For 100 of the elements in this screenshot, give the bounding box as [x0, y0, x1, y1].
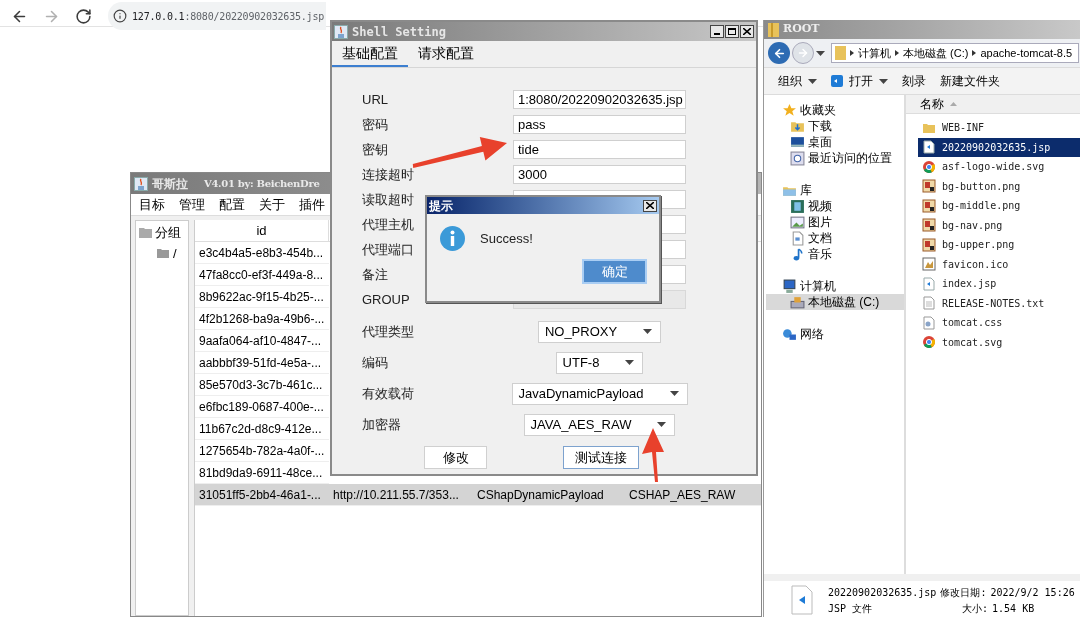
image-file-icon	[922, 237, 936, 252]
field-label: 有效载荷	[362, 384, 414, 403]
minimize-button[interactable]	[710, 25, 724, 38]
document-icon	[790, 230, 805, 246]
file-item[interactable]: tomcat.css	[918, 313, 1080, 333]
back-arrow-icon	[772, 46, 786, 60]
file-item[interactable]: 20220902032635.jsp	[918, 137, 1080, 157]
video-icon	[790, 198, 805, 214]
file-item[interactable]: favicon.ico	[918, 254, 1080, 274]
computer-icon	[782, 278, 797, 294]
reload-button[interactable]	[74, 7, 92, 25]
button[interactable]: 测试连接	[563, 446, 639, 469]
field-label: 备注	[362, 265, 388, 284]
column-header[interactable]: 名称	[906, 95, 1080, 114]
menu-item[interactable]: 关于	[259, 194, 285, 215]
caret-icon	[643, 329, 653, 334]
breadcrumb-item[interactable]: 计算机	[858, 44, 891, 62]
nav-item[interactable]: 文档	[766, 230, 904, 246]
caret-icon	[625, 360, 635, 365]
menu-item[interactable]: 配置	[219, 194, 245, 215]
menu-item[interactable]: 管理	[179, 194, 205, 215]
nav-item[interactable]: 计算机	[766, 278, 904, 294]
dropdown[interactable]: UTF-8	[555, 351, 644, 374]
image-file-icon	[922, 218, 936, 233]
dropdown[interactable]: JavaDynamicPayload	[511, 382, 688, 405]
close-button[interactable]	[740, 25, 754, 38]
text-field[interactable]: 1:8080/20220902032635.jsp	[513, 90, 686, 109]
folder-icon	[768, 22, 779, 37]
table-cell-text: 31051ff5-2bb4-46a1-...	[198, 486, 322, 504]
java-icon	[134, 176, 148, 191]
ok-button[interactable]: 确定	[582, 259, 647, 284]
file-item[interactable]: WEB-INF	[918, 118, 1080, 138]
nav-item[interactable]: 下载	[766, 118, 904, 134]
caret-icon	[669, 391, 679, 396]
toolbar-button[interactable]: 新建文件夹	[940, 72, 1000, 90]
breadcrumb-item[interactable]: apache-tomcat-8.5	[980, 44, 1073, 62]
info-icon	[113, 9, 127, 23]
dropdown[interactable]: JAVA_AES_RAW	[523, 413, 676, 436]
column-header[interactable]: id	[195, 220, 329, 241]
tab[interactable]: 请求配置	[408, 41, 484, 67]
menu-item[interactable]: 目标	[139, 194, 165, 215]
info-icon	[440, 226, 465, 251]
nav-item[interactable]: 音乐	[766, 246, 904, 262]
file-size: 1.54 KB	[992, 602, 1035, 616]
nav-item[interactable]: 视频	[766, 198, 904, 214]
size-label: 大小:	[962, 602, 989, 616]
window-title: Shell Setting	[352, 23, 446, 41]
toolbar-button[interactable]: 组织	[778, 72, 817, 90]
chrome-icon	[922, 335, 936, 350]
dropdown[interactable]: NO_PROXY	[537, 320, 662, 343]
file-item[interactable]: bg-nav.png	[918, 215, 1080, 235]
maximize-button[interactable]	[725, 25, 739, 38]
modified-date: 2022/9/2 15:26	[990, 586, 1075, 600]
css-file-icon	[922, 315, 936, 330]
image-file-icon	[922, 257, 936, 272]
nav-item[interactable]: 图片	[766, 214, 904, 230]
text-field[interactable]: 3000	[513, 165, 686, 184]
nav-item[interactable]: 库	[766, 182, 904, 198]
address-bar[interactable]: 计算机 本地磁盘 (C:) apache-tomcat-8.5	[831, 43, 1079, 63]
file-item[interactable]: bg-button.png	[918, 176, 1080, 196]
field-label: GROUP	[362, 290, 410, 309]
file-item[interactable]: asf-logo-wide.svg	[918, 157, 1080, 177]
close-icon	[646, 202, 654, 209]
tab[interactable]: 基础配置	[332, 41, 408, 67]
back-button[interactable]	[768, 42, 790, 64]
toolbar-button[interactable]: 刻录	[902, 72, 926, 90]
table-row[interactable]: 31051ff5-2bb4-46a1-... http://10.211.55.7/353... CShapDynamicPayload CSHAP_AES_RAW	[195, 484, 761, 506]
java-icon	[334, 24, 348, 39]
file-item[interactable]: bg-upper.png	[918, 235, 1080, 255]
nav-item[interactable]: 网络	[766, 326, 904, 342]
desktop-icon	[790, 134, 805, 150]
text-field[interactable]: tide	[513, 140, 686, 159]
file-type: JSP 文件	[828, 602, 874, 616]
tree-node[interactable]: /	[139, 243, 189, 263]
toolbar-button[interactable]: 打开	[831, 72, 888, 90]
close-button[interactable]	[643, 199, 657, 212]
folder-icon	[157, 248, 169, 259]
nav-item[interactable]: 收藏夹	[766, 102, 904, 118]
file-icon	[922, 140, 936, 155]
nav-item[interactable]: 本地磁盘 (C:)	[766, 294, 904, 310]
breadcrumb-item[interactable]: 本地磁盘 (C:)	[903, 44, 969, 62]
file-item[interactable]: bg-middle.png	[918, 196, 1080, 216]
button[interactable]: 修改	[424, 446, 487, 469]
recent-icon	[790, 150, 805, 166]
text-field[interactable]: pass	[513, 115, 686, 134]
field-label: 密钥	[362, 140, 388, 159]
file-item[interactable]: RELEASE-NOTES.txt	[918, 293, 1080, 313]
image-file-icon	[922, 179, 936, 194]
nav-item[interactable]: 桌面	[766, 134, 904, 150]
file-item[interactable]: tomcat.svg	[918, 332, 1080, 352]
window-subtitle: V4.01 by: BeichenDre	[204, 177, 320, 191]
sort-arrow-icon	[950, 102, 957, 106]
address-bar[interactable]: 127.0.0.1:8080/20220902032635.jsp	[108, 2, 327, 30]
tree-node[interactable]: 分组	[139, 223, 189, 243]
star-icon	[782, 102, 797, 118]
menu-item[interactable]: 插件	[299, 194, 325, 215]
network-icon	[782, 326, 797, 342]
field-label: 编码	[362, 353, 388, 372]
file-item[interactable]: index.jsp	[918, 274, 1080, 294]
nav-item[interactable]: 最近访问的位置	[766, 150, 904, 166]
